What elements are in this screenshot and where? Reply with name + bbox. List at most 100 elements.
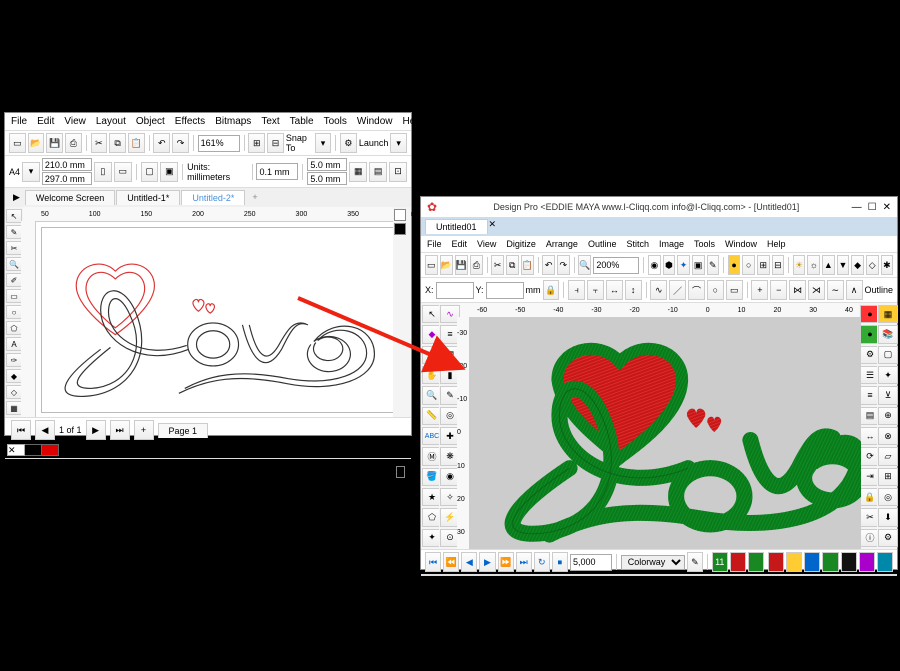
new-icon[interactable]: ▭	[425, 255, 438, 275]
circle-icon[interactable]: ○	[707, 280, 724, 300]
stitch-pos-input[interactable]	[570, 554, 612, 571]
undo-icon[interactable]: ↶	[542, 255, 555, 275]
menu-edit[interactable]: Edit	[37, 116, 54, 127]
coord-y-input[interactable]	[486, 282, 524, 299]
dark-icon[interactable]: ☼	[807, 255, 820, 275]
open-icon[interactable]: 📂	[440, 255, 453, 275]
tool-a-icon[interactable]: ▲	[822, 255, 835, 275]
thread-swatch-4-icon[interactable]	[822, 552, 838, 572]
chevron-down-icon[interactable]: ▾	[315, 133, 332, 153]
machine-icon[interactable]: ⚙	[878, 529, 898, 547]
smooth-icon[interactable]: ∼	[827, 280, 844, 300]
chevron-down-icon-2[interactable]: ▾	[390, 133, 407, 153]
paste-icon[interactable]: 📋	[128, 133, 145, 153]
menu-file[interactable]: File	[11, 116, 27, 127]
menu-table[interactable]: Table	[290, 116, 314, 127]
3d-icon[interactable]: ⬢	[663, 255, 676, 275]
offset-icon[interactable]: ◎	[878, 488, 898, 506]
thread-swatch-3-icon[interactable]	[804, 552, 820, 572]
thread-swatch-1-icon[interactable]	[768, 552, 784, 572]
maximize-icon[interactable]: ☐	[868, 202, 877, 213]
cut-icon[interactable]: ✂	[491, 255, 504, 275]
polygon-tool-icon[interactable]: ⬠	[6, 321, 22, 335]
snap-label[interactable]: Snap To	[286, 133, 313, 153]
menu-bitmaps[interactable]: Bitmaps	[215, 116, 251, 127]
redo-icon[interactable]: ↷	[557, 255, 570, 275]
needle-icon[interactable]: ✎	[707, 255, 720, 275]
step-fwd-icon[interactable]: ⏩	[498, 552, 514, 572]
open-icon[interactable]: 📂	[28, 133, 45, 153]
zoom-icon[interactable]: 🔍	[578, 255, 591, 275]
node-add-icon[interactable]: +	[751, 280, 768, 300]
tab-untitled2[interactable]: Untitled-2*	[181, 190, 245, 205]
menu-window[interactable]: Window	[725, 239, 757, 249]
page-height-input[interactable]	[42, 172, 92, 185]
palette-1-icon[interactable]: 11	[712, 552, 728, 572]
menu-help[interactable]: Help	[403, 116, 424, 127]
outline-tool-icon[interactable]: ◇	[6, 385, 22, 399]
options-icon[interactable]: ⚙	[340, 133, 357, 153]
tool-d-icon[interactable]: ◇	[866, 255, 879, 275]
mirror-h-icon[interactable]: ↔	[606, 280, 623, 300]
new-icon[interactable]: ▭	[9, 133, 26, 153]
menu-tools[interactable]: Tools	[694, 239, 715, 249]
bezier-icon[interactable]: ∿	[650, 280, 667, 300]
guides-icon[interactable]: ⊟	[267, 133, 284, 153]
last-page-icon[interactable]: ⏭	[110, 420, 130, 440]
thread-chart-icon[interactable]: ▦	[878, 305, 898, 323]
hoop-icon[interactable]: ○	[742, 255, 755, 275]
tab-untitled01[interactable]: Untitled01	[425, 219, 488, 234]
dup-x-input[interactable]	[307, 158, 347, 171]
stitch-icon[interactable]: ✦	[677, 255, 690, 275]
redo-icon[interactable]: ↷	[172, 133, 189, 153]
arc-icon[interactable]: ⌒	[688, 280, 705, 300]
paper-size[interactable]: A4	[9, 167, 20, 177]
copy-icon[interactable]: ⧉	[506, 255, 519, 275]
zoom-input[interactable]	[198, 135, 240, 152]
thread-swatch-6-icon[interactable]	[859, 552, 875, 572]
landscape-icon[interactable]: ▭	[114, 162, 132, 182]
thread-swatch-7-icon[interactable]	[877, 552, 893, 572]
align-v-icon[interactable]: ⫟	[587, 280, 604, 300]
embroidery-canvas[interactable]	[469, 317, 861, 549]
menu-effects[interactable]: Effects	[175, 116, 205, 127]
begin-icon[interactable]: ⏮	[425, 552, 441, 572]
menu-object[interactable]: Object	[136, 116, 165, 127]
add-tab-icon[interactable]: +	[246, 190, 263, 205]
close-tab-icon[interactable]: ✕	[489, 219, 497, 234]
menu-file[interactable]: File	[427, 239, 442, 249]
intersect-icon[interactable]: ⊗	[878, 427, 898, 445]
align-h-icon[interactable]: ⫞	[568, 280, 585, 300]
end-icon[interactable]: ⏭	[516, 552, 532, 572]
envelope-icon[interactable]: ▱	[878, 447, 898, 465]
palette-3-icon[interactable]	[748, 552, 764, 572]
options2-icon[interactable]: ⊡	[389, 162, 407, 182]
grid-icon[interactable]: ⊞	[757, 255, 770, 275]
array-icon[interactable]: ⊞	[878, 468, 898, 486]
crop-tool-icon[interactable]: ✂	[6, 241, 22, 255]
portrait-icon[interactable]: ▯	[94, 162, 112, 182]
fill-tool-icon[interactable]: ◆	[6, 369, 22, 383]
close-icon[interactable]: ✕	[883, 202, 891, 213]
menu-stitch[interactable]: Stitch	[626, 239, 649, 249]
node-del-icon[interactable]: −	[770, 280, 787, 300]
add-page-icon[interactable]: +	[134, 420, 154, 440]
launch-label[interactable]: Launch	[359, 138, 389, 148]
thread-icon[interactable]: ●	[728, 255, 741, 275]
menu-text[interactable]: Text	[261, 116, 279, 127]
grid-icon[interactable]: ⊞	[248, 133, 265, 153]
realistic-icon[interactable]: ◉	[648, 255, 661, 275]
chevron-down-icon-3[interactable]: ▾	[22, 162, 40, 182]
paste-icon[interactable]: 📋	[521, 255, 534, 275]
rect-icon[interactable]: ▭	[726, 280, 743, 300]
light-icon[interactable]: ☀	[793, 255, 806, 275]
weld-icon[interactable]: ⊕	[878, 407, 898, 425]
colorway-edit-icon[interactable]: ✎	[687, 552, 703, 572]
menu-view[interactable]: View	[477, 239, 496, 249]
tool-b-icon[interactable]: ▼	[837, 255, 850, 275]
freehand-tool-icon[interactable]: ✐	[6, 273, 22, 287]
save-icon[interactable]: 💾	[455, 255, 468, 275]
borders-icon[interactable]: ▢	[878, 346, 898, 364]
step-back-icon[interactable]: ◀	[461, 552, 477, 572]
single-page-icon[interactable]: ▢	[141, 162, 159, 182]
